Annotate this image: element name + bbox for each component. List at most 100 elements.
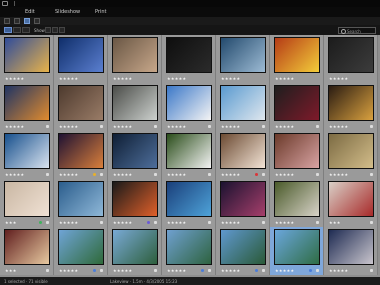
photo-cell[interactable]: ★★★★★ (162, 227, 216, 275)
photo-thumbnail[interactable] (328, 181, 374, 217)
photo-thumbnail[interactable] (274, 229, 320, 265)
info-icon[interactable] (46, 125, 49, 128)
photo-cell[interactable]: ★★★★★ (216, 227, 270, 275)
import-icon[interactable] (4, 18, 10, 24)
photo-cell[interactable]: ★★★★★ (108, 131, 162, 179)
photo-cell[interactable]: ★★★★★ (54, 83, 108, 131)
tab-print[interactable]: Print (95, 9, 107, 15)
photo-thumbnail[interactable] (58, 37, 104, 73)
rating-stars[interactable]: ★★★★★ (59, 220, 78, 225)
photo-thumbnail[interactable] (274, 181, 320, 217)
photo-thumbnail[interactable] (220, 181, 266, 217)
rating-stars[interactable]: ★★★ (329, 220, 341, 225)
photo-cell[interactable]: ★★★★★ (162, 179, 216, 227)
rating-stars[interactable]: ★★★★★ (113, 220, 132, 225)
info-icon[interactable] (262, 269, 265, 272)
info-icon[interactable] (262, 125, 265, 128)
rating-stars[interactable]: ★★★★★ (275, 76, 294, 81)
photo-cell[interactable]: ★★★ (324, 179, 378, 227)
photo-cell[interactable]: ★★★★★ (324, 131, 378, 179)
viewer-icon[interactable] (34, 18, 40, 24)
info-icon[interactable] (100, 173, 103, 176)
sort-button[interactable] (22, 27, 30, 33)
photo-cell[interactable]: ★★★★★ (108, 179, 162, 227)
search-input[interactable]: Search (338, 27, 376, 34)
rating-stars[interactable]: ★★★★★ (329, 76, 348, 81)
photo-thumbnail[interactable] (58, 133, 104, 169)
photo-thumbnail[interactable] (112, 133, 158, 169)
rating-stars[interactable]: ★★★★★ (113, 76, 132, 81)
rating-stars[interactable]: ★★★★★ (167, 268, 186, 273)
tab-edit[interactable]: Edit (25, 9, 35, 15)
rating-stars[interactable]: ★★★ (5, 268, 17, 273)
photo-thumbnail[interactable] (220, 229, 266, 265)
info-icon[interactable] (370, 269, 373, 272)
photo-thumbnail[interactable] (220, 37, 266, 73)
rating-stars[interactable]: ★★★★★ (221, 124, 240, 129)
photo-thumbnail[interactable] (328, 133, 374, 169)
info-icon[interactable] (316, 125, 319, 128)
info-icon[interactable] (154, 173, 157, 176)
info-icon[interactable] (208, 269, 211, 272)
photo-thumbnail[interactable] (166, 37, 212, 73)
filter-star-icon[interactable] (52, 27, 58, 33)
info-icon[interactable] (100, 125, 103, 128)
rating-stars[interactable]: ★★★★★ (59, 268, 78, 273)
photo-cell[interactable]: ★★★★★ (54, 131, 108, 179)
photo-cell[interactable]: ★★★★★ (162, 83, 216, 131)
info-icon[interactable] (316, 221, 319, 224)
photo-cell[interactable]: ★★★★★ (270, 227, 324, 275)
photo-thumbnail[interactable] (112, 229, 158, 265)
photo-cell[interactable]: ★★★★★ (216, 131, 270, 179)
photo-cell[interactable]: ★★★★★ (54, 35, 108, 83)
info-icon[interactable] (208, 125, 211, 128)
info-icon[interactable] (154, 221, 157, 224)
photo-cell[interactable]: ★★★★★ (216, 83, 270, 131)
photo-cell[interactable]: ★★★★★ (54, 227, 108, 275)
photo-thumbnail[interactable] (166, 229, 212, 265)
info-icon[interactable] (370, 173, 373, 176)
photo-cell[interactable]: ★★★★★ (270, 83, 324, 131)
rating-stars[interactable]: ★★★★★ (329, 172, 348, 177)
photo-thumbnail[interactable] (4, 37, 50, 73)
photo-cell[interactable]: ★★★★★ (270, 35, 324, 83)
rating-stars[interactable]: ★★★★★ (5, 124, 24, 129)
library-view-icon[interactable] (24, 18, 30, 24)
photo-thumbnail[interactable] (274, 37, 320, 73)
photo-thumbnail[interactable] (328, 229, 374, 265)
info-icon[interactable] (208, 173, 211, 176)
photo-thumbnail[interactable] (274, 133, 320, 169)
folder-icon[interactable] (14, 18, 20, 24)
rating-stars[interactable]: ★★★★★ (275, 172, 294, 177)
rating-stars[interactable]: ★★★★★ (167, 220, 186, 225)
photo-cell[interactable]: ★★★★★ (0, 83, 54, 131)
rating-stars[interactable]: ★★★★★ (167, 172, 186, 177)
photo-cell[interactable]: ★★★★★ (162, 131, 216, 179)
photo-cell[interactable]: ★★★★★ (0, 35, 54, 83)
photo-cell[interactable]: ★★★★★ (162, 35, 216, 83)
info-icon[interactable] (208, 221, 211, 224)
photo-thumbnail[interactable] (220, 85, 266, 121)
photo-thumbnail[interactable] (166, 181, 212, 217)
info-icon[interactable] (46, 173, 49, 176)
photo-thumbnail[interactable] (58, 229, 104, 265)
photo-thumbnail[interactable] (58, 181, 104, 217)
rating-stars[interactable]: ★★★ (5, 220, 17, 225)
filter-flag-icon[interactable] (45, 27, 51, 33)
photo-thumbnail[interactable] (328, 37, 374, 73)
photo-thumbnail[interactable] (166, 85, 212, 121)
rating-stars[interactable]: ★★★★★ (5, 172, 24, 177)
rating-stars[interactable]: ★★★★★ (275, 220, 294, 225)
photo-thumbnail[interactable] (112, 37, 158, 73)
photo-cell[interactable]: ★★★★★ (324, 227, 378, 275)
info-icon[interactable] (262, 221, 265, 224)
grid-view-button[interactable] (4, 27, 12, 33)
photo-cell[interactable]: ★★★ (0, 227, 54, 275)
info-icon[interactable] (100, 221, 103, 224)
info-icon[interactable] (154, 125, 157, 128)
photo-cell[interactable]: ★★★ (0, 179, 54, 227)
photo-thumbnail[interactable] (112, 181, 158, 217)
rating-stars[interactable]: ★★★★★ (221, 172, 240, 177)
rating-stars[interactable]: ★★★★★ (59, 172, 78, 177)
photo-cell[interactable]: ★★★★★ (324, 35, 378, 83)
